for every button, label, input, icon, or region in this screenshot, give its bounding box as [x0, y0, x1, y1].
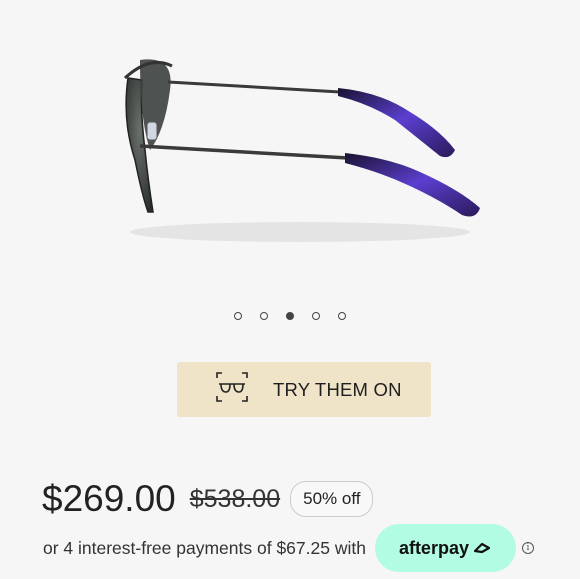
carousel-dot[interactable] — [338, 312, 346, 320]
carousel-dots — [0, 312, 580, 320]
carousel-dot-active[interactable] — [286, 312, 294, 320]
current-price: $269.00 — [42, 478, 176, 519]
try-them-on-button[interactable]: TRY THEM ON — [177, 362, 431, 417]
installments-text: or 4 interest-free payments of $67.25 wi… — [43, 537, 366, 558]
afterpay-badge[interactable]: afterpay — [374, 524, 516, 572]
afterpay-arrows-icon — [473, 542, 491, 554]
info-icon[interactable]: i — [521, 542, 534, 554]
glasses-scan-icon — [215, 370, 249, 409]
discount-badge: 50% off — [290, 481, 374, 517]
product-image[interactable] — [0, 0, 580, 300]
carousel-dot[interactable] — [234, 312, 242, 320]
carousel-dot[interactable] — [312, 312, 320, 320]
price-row: $269.00 $538.00 50% off — [42, 478, 374, 520]
original-price: $538.00 — [189, 484, 281, 513]
installments-row: or 4 interest-free payments of $67.25 wi… — [43, 523, 580, 573]
afterpay-logo-text: afterpay — [398, 537, 469, 558]
carousel-dot[interactable] — [260, 312, 268, 320]
try-them-on-label: TRY THEM ON — [273, 378, 402, 400]
